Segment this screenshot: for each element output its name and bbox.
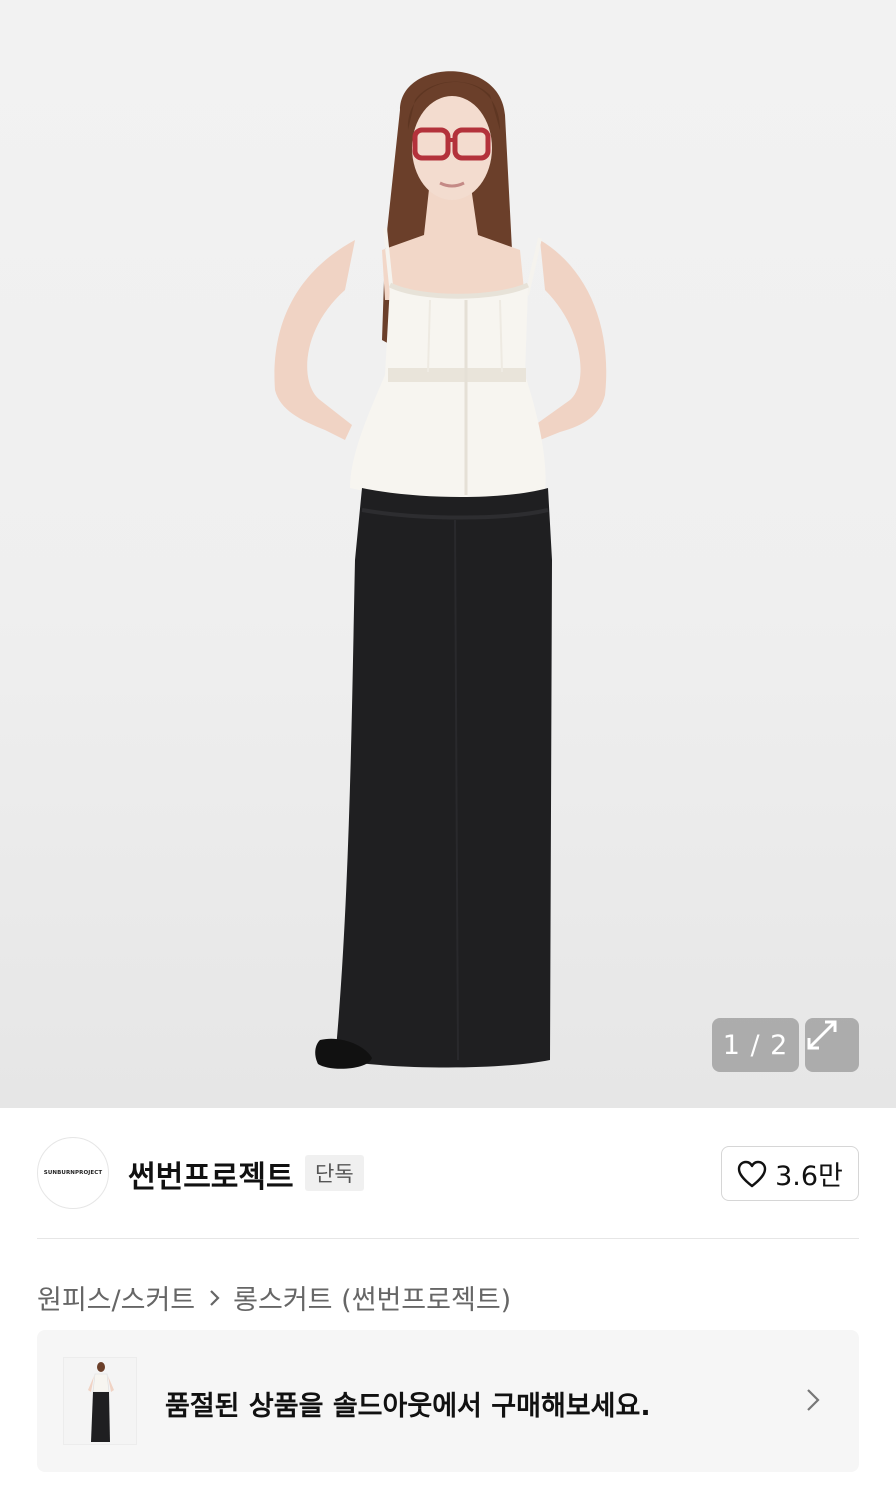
product-thumbnail	[63, 1357, 137, 1445]
brand-section: SUNBURNPROJECT 썬번프로젝트 단독 3.6만	[0, 1108, 896, 1238]
brand-name[interactable]: 썬번프로젝트	[128, 1152, 294, 1196]
breadcrumb-category[interactable]: 원피스/스커트	[37, 1278, 195, 1317]
chevron-right-icon	[805, 1387, 821, 1417]
brand-logo-text: SUNBURNPROJECT	[43, 1170, 103, 1176]
exclusive-badge: 단독	[305, 1155, 364, 1191]
product-photo	[274, 71, 607, 1069]
expand-button[interactable]	[805, 1018, 859, 1072]
heart-icon	[737, 1160, 767, 1187]
expand-icon	[807, 1020, 837, 1050]
like-count: 3.6만	[775, 1161, 843, 1192]
breadcrumb-subcategory[interactable]: 롱스커트 (썬번프로젝트)	[233, 1278, 511, 1317]
divider	[37, 1238, 859, 1239]
like-button[interactable]: 3.6만	[721, 1146, 859, 1201]
chevron-right-icon	[209, 1288, 221, 1308]
brand-logo[interactable]: SUNBURNPROJECT	[37, 1137, 109, 1209]
soldout-banner[interactable]: 품절된 상품을 솔드아웃에서 구매해보세요.	[37, 1330, 859, 1472]
soldout-message: 품절된 상품을 솔드아웃에서 구매해보세요.	[165, 1391, 651, 1422]
product-image-gallery[interactable]: 1 / 2	[0, 0, 896, 1108]
image-counter: 1 / 2	[712, 1018, 799, 1072]
breadcrumb: 원피스/스커트 롱스커트 (썬번프로젝트)	[37, 1278, 511, 1317]
